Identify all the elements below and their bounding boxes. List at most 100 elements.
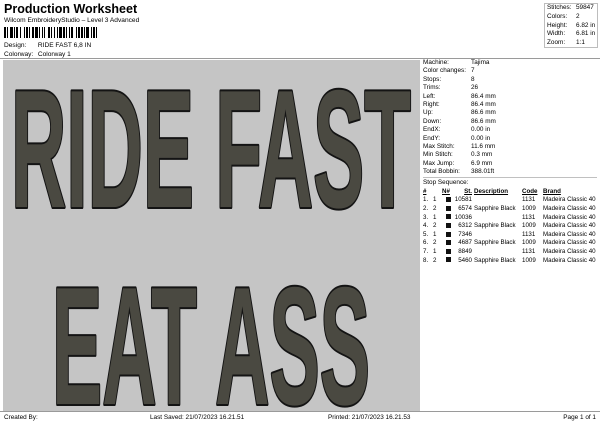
stop-number: 8. <box>423 256 429 264</box>
design-preview: RIDE FAST EAT ASS <box>3 60 420 411</box>
stop-number: 6. <box>423 239 429 247</box>
thread-description <box>474 231 522 240</box>
info-label: Min Stitch: <box>423 151 453 159</box>
needle-number: 2 <box>433 204 437 212</box>
summary-value: 2 <box>576 12 580 20</box>
colorway-label: Colorway: <box>4 51 34 58</box>
summary-row: Height: 6.82 in <box>545 22 597 31</box>
stop-number: 7. <box>423 247 429 255</box>
stop-number: 3. <box>423 213 429 221</box>
table-row: 3. 1 10036 1131 Madeira Classic 40 <box>423 214 597 223</box>
thread-code: 1131 <box>522 213 536 221</box>
summary-row: Colors: 2 <box>545 13 597 22</box>
needle-number: 2 <box>433 222 437 230</box>
table-row: 6. 2 4687 Sapphire Black 1009 Madeira Classic… <box>423 239 597 248</box>
thread-description <box>474 248 522 257</box>
info-row: Left: 86.4 mm <box>423 93 597 101</box>
info-label: Down: <box>423 117 442 125</box>
table-row: 1. 1 10581 1131 Madeira Classic 40 <box>423 196 597 205</box>
info-label: Stops: <box>423 75 442 83</box>
info-row: Down: 86.6 mm <box>423 118 597 126</box>
info-row: Max Jump: 6.9 mm <box>423 160 597 168</box>
info-row: Trims: 26 <box>423 84 597 92</box>
summary-label: Width: <box>547 30 566 38</box>
swatch-cell <box>442 196 454 205</box>
color-swatch <box>446 231 451 237</box>
stop-cell: 5. 1 <box>423 231 442 240</box>
stitch-count: 10581 <box>454 196 472 204</box>
info-row: Min Stitch: 0.3 mm <box>423 151 597 159</box>
swatch-cell <box>442 231 454 240</box>
col-header-stitches: St. <box>464 187 472 195</box>
stitch-count: 4687 <box>458 239 472 247</box>
summary-row: Stitches: 59847 <box>545 4 597 13</box>
barcode <box>4 27 97 38</box>
thread-code: 1009 <box>522 222 536 230</box>
info-label: Total Bobbin: <box>423 168 460 176</box>
col-header-code: Code <box>522 187 538 195</box>
col-header-description: Description <box>474 187 509 195</box>
needle-number: 1 <box>433 230 437 238</box>
swatch-cell <box>442 205 454 214</box>
table-row: 8. 2 5460 Sapphire Black 1009 Madeira Classic… <box>423 257 597 266</box>
thread-description: Sapphire Black <box>474 256 516 264</box>
info-row: Right: 86.4 mm <box>423 101 597 109</box>
thread-description <box>474 214 522 223</box>
stitch-count: 5460 <box>458 256 472 264</box>
info-value: 86.4 mm <box>471 100 496 108</box>
thread-brand: Madeira Classic 40 <box>543 222 596 230</box>
swatch-cell <box>442 239 454 248</box>
thread-brand: Madeira Classic 40 <box>543 256 596 264</box>
design-text-line-1: RIDE FAST <box>11 60 411 243</box>
page-number: Page 1 of 1 <box>563 414 596 421</box>
stop-sequence-table: # N# St. Description Code Brand 1. 1 10581… <box>423 188 597 265</box>
info-label: Left: <box>423 92 436 100</box>
stop-number: 1. <box>423 196 429 204</box>
info-value: 8 <box>471 75 475 83</box>
info-label: Up: <box>423 109 433 117</box>
color-swatch <box>446 248 451 254</box>
summary-value: 59847 <box>576 4 594 11</box>
thread-code: 1131 <box>522 230 536 238</box>
summary-label: Colors: <box>547 12 568 20</box>
stop-cell: 3. 1 <box>423 214 442 223</box>
info-row: Up: 86.6 mm <box>423 109 597 117</box>
thread-brand: Madeira Classic 40 <box>543 247 596 255</box>
design-text-line-2: EAT ASS <box>52 252 370 411</box>
info-label: Trims: <box>423 84 441 92</box>
info-value: 0.00 in <box>471 126 491 134</box>
footer: Created By: Last Saved: 21/07/2023 16.21… <box>0 413 600 424</box>
thread-description: Sapphire Black <box>474 204 516 212</box>
color-swatch <box>446 205 451 211</box>
thread-brand: Madeira Classic 40 <box>543 230 596 238</box>
color-swatch <box>446 240 451 246</box>
stitch-count: 6312 <box>458 222 472 230</box>
last-saved: Last Saved: 21/07/2023 16.21.51 <box>150 414 245 421</box>
col-header-needle: N# <box>442 187 450 195</box>
swatch-cell <box>442 257 454 266</box>
thread-code: 1131 <box>522 247 536 255</box>
table-row: 5. 1 7346 1131 Madeira Classic 40 <box>423 231 597 240</box>
table-header-row: # N# St. Description Code Brand <box>423 188 597 197</box>
summary-box: Stitches: 59847 Colors: 2 Height: 6.82 in W… <box>544 3 598 48</box>
thread-brand: Madeira Classic 40 <box>543 196 596 204</box>
stitch-count: 6574 <box>458 204 472 212</box>
info-label: Max Jump: <box>423 159 455 167</box>
info-row: Machine: Tajima <box>423 59 597 67</box>
info-value: 11.6 mm <box>471 142 496 150</box>
thread-brand: Madeira Classic 40 <box>543 213 596 221</box>
needle-number: 2 <box>433 256 437 264</box>
stitch-count: 7346 <box>458 230 472 238</box>
design-label: Design: <box>4 42 27 49</box>
thread-description: Sapphire Black <box>474 239 516 247</box>
stop-cell: 6. 2 <box>423 239 442 248</box>
info-value: 6.9 mm <box>471 159 493 167</box>
thread-code: 1009 <box>522 204 536 212</box>
col-header-brand: Brand <box>543 187 561 195</box>
software-name: Wilcom EmbroideryStudio – Level 3 Advanc… <box>4 17 140 24</box>
stitch-count: 10036 <box>454 213 472 221</box>
design-value: RIDE FAST 6,8 IN <box>37 42 92 49</box>
thread-code: 1009 <box>522 239 536 247</box>
info-value: Tajima <box>471 59 490 66</box>
color-swatch <box>446 197 451 203</box>
